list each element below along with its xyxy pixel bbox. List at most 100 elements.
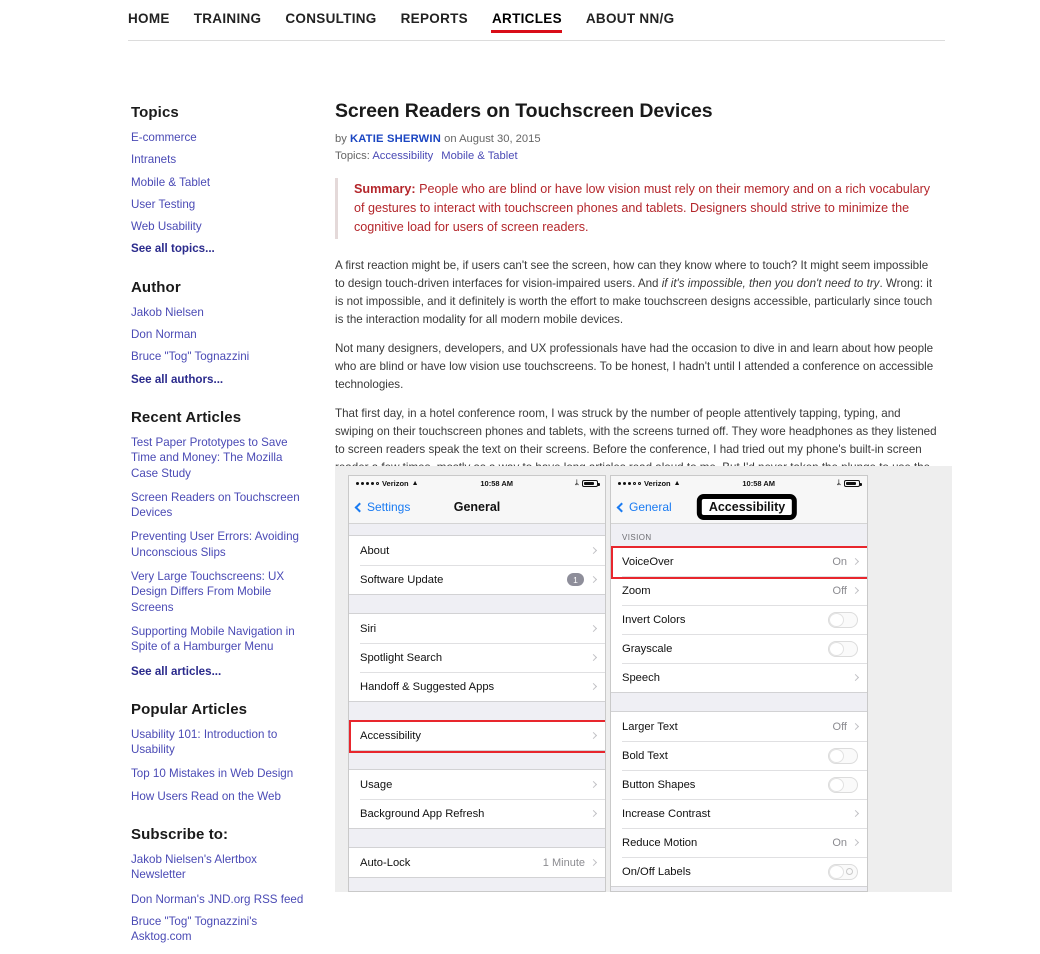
sidebar-heading-topics: Topics [131,104,311,121]
back-button[interactable]: General [611,500,672,514]
list-item[interactable]: Handoff & Suggested Apps [349,672,605,701]
article-summary: Summary: People who are blind or have lo… [335,178,940,239]
status-bar: Verizon▲10:58 AMᛦ [349,476,605,491]
sidebar-link-subscribe-2[interactable]: Bruce "Tog" Tognazzini's Asktog.com [131,914,311,945]
page-root: HOME TRAINING CONSULTING REPORTS ARTICLES ABO… [0,0,1040,850]
author-link[interactable]: KATIE SHERWIN [350,133,441,145]
page-title: Screen Readers on Touchscreen Devices [335,100,940,123]
list-item[interactable]: Spotlight Search [349,643,605,672]
list-item[interactable]: Background App Refresh [349,799,605,828]
list-item[interactable]: Reduce MotionOn [611,828,867,857]
chevron-right-icon [590,683,597,690]
sidebar-link-recent-1[interactable]: Screen Readers on Touchscreen Devices [131,490,311,521]
nav-item-reports[interactable]: REPORTS [401,11,485,33]
list-item[interactable]: ZoomOff [611,576,867,605]
list-item-label: VoiceOver [622,556,832,568]
list-item-label: Siri [360,623,591,635]
chevron-right-icon [590,547,597,554]
settings-list[interactable]: AboutSoftware Update1 Siri Spotlight Searc… [349,524,605,892]
list-item[interactable]: Speech [611,663,867,692]
list-item[interactable]: Grayscale [611,634,867,663]
sidebar-link-popular-0[interactable]: Usability 101: Introduction to Usability [131,727,311,758]
toggle-switch[interactable] [828,864,858,880]
sidebar-link-subscribe-1[interactable]: Don Norman's JND.org RSS feed [131,892,311,907]
sidebar-link-recent-0[interactable]: Test Paper Prototypes to Save Time and M… [131,435,311,481]
toggle-switch[interactable] [828,748,858,764]
toggle-switch[interactable] [828,612,858,628]
list-item-label: On/Off Labels [622,866,828,878]
screen-title-voiceover-focused: Accessibility [697,494,797,520]
list-item[interactable]: Increase Contrast [611,799,867,828]
status-bar-left: Verizon▲ [618,479,681,488]
list-item[interactable]: Invert Colors [611,605,867,634]
list-item[interactable]: Larger TextOff [611,712,867,741]
list-group-spacer [349,829,605,847]
list-item[interactable]: Siri [349,614,605,643]
list-item[interactable]: Accessibility [349,721,605,750]
sidebar-link-topic-0[interactable]: E-commerce [131,130,311,145]
list-item[interactable]: VoiceOverOn [611,547,867,576]
chevron-right-icon [590,625,597,632]
sidebar-link-topic-4[interactable]: Web Usability [131,219,311,234]
nav-item-home[interactable]: HOME [128,11,187,33]
list-item[interactable]: Software Update1 [349,565,605,594]
article-paragraph-0: A first reaction might be, if users can'… [335,257,940,329]
list-group: Larger TextOffBold TextButton ShapesIncr… [611,711,867,887]
sidebar-link-recent-4[interactable]: Supporting Mobile Navigation in Spite of… [131,624,311,655]
sidebar-link-popular-2[interactable]: How Users Read on the Web [131,789,311,804]
sidebar-link-author-1[interactable]: Don Norman [131,327,311,342]
byline: by KATIE SHERWIN on August 30, 2015 [335,133,940,145]
article-topic-link-1[interactable]: Mobile & Tablet [441,150,517,162]
sidebar-link-recent-3[interactable]: Very Large Touchscreens: UX Design Diffe… [131,569,311,615]
sidebar-link-author-0[interactable]: Jakob Nielsen [131,305,311,320]
list-item-value: 1 Minute [543,857,585,869]
back-button-label: General [629,500,672,514]
phone-screenshot-general: Verizon▲10:58 AMᛦSettingsGeneralAboutSof… [348,475,606,892]
status-bar-left: Verizon▲ [356,479,419,488]
list-item[interactable]: On/Off Labels [611,857,867,886]
nav-item-consulting[interactable]: CONSULTING [285,11,393,33]
article-topic-link-0[interactable]: Accessibility [372,150,433,162]
list-item[interactable]: Bold Text [611,741,867,770]
list-item-label: Grayscale [622,643,828,655]
sidebar-see-all-authors[interactable]: See all authors... [131,372,311,387]
bluetooth-icon: ᛦ [837,480,841,487]
sidebar-link-author-2[interactable]: Bruce "Tog" Tognazzini [131,349,311,364]
nav-item-articles[interactable]: ARTICLES [492,11,579,33]
sidebar-see-all-topics[interactable]: See all topics... [131,241,311,256]
toggle-switch[interactable] [828,777,858,793]
settings-list[interactable]: VISIONVoiceOverOnZoomOffInvert ColorsGra… [611,524,867,892]
list-item[interactable]: Auto-Lock1 Minute [349,848,605,877]
sidebar-link-subscribe-0[interactable]: Jakob Nielsen's Alertbox Newsletter [131,852,311,883]
sidebar-see-all-articles[interactable]: See all articles... [131,664,311,679]
list-item-value: On [832,837,847,849]
sidebar-link-recent-2[interactable]: Preventing User Errors: Avoiding Unconsc… [131,529,311,560]
chevron-right-icon [590,732,597,739]
status-bar: Verizon▲10:58 AMᛦ [611,476,867,491]
toggle-switch[interactable] [828,641,858,657]
publish-date: August 30, 2015 [459,133,541,145]
nav-item-about-nn-g[interactable]: ABOUT NN/G [586,11,692,33]
emphasis-text: if it's impossible, then you don't need … [662,277,880,290]
chevron-right-icon [590,576,597,583]
wifi-icon: ▲ [412,480,419,487]
chevron-right-icon [852,558,859,565]
sidebar-group-subscribe: Jakob Nielsen's Alertbox Newsletter Don N… [131,852,311,944]
back-button[interactable]: Settings [349,500,410,514]
article-paragraph-1: Not many designers, developers, and UX p… [335,340,940,394]
list-item-label: Auto-Lock [360,857,543,869]
nav-item-training[interactable]: TRAINING [194,11,279,33]
chevron-right-icon [590,859,597,866]
sidebar-link-topic-3[interactable]: User Testing [131,197,311,212]
summary-text: People who are blind or have low vision … [354,182,930,234]
sidebar-link-topic-1[interactable]: Intranets [131,152,311,167]
list-item[interactable]: Button Shapes [611,770,867,799]
list-item[interactable]: About [349,536,605,565]
list-item-label: Software Update [360,574,567,586]
sidebar-link-topic-2[interactable]: Mobile & Tablet [131,175,311,190]
list-group-header: VISION [611,524,867,546]
list-item[interactable]: Usage [349,770,605,799]
sidebar-link-popular-1[interactable]: Top 10 Mistakes in Web Design [131,766,311,781]
site-header: HOME TRAINING CONSULTING REPORTS ARTICLES ABO… [0,0,1040,42]
phone-screenshot-accessibility: Verizon▲10:58 AMᛦ General Accessibility VIS… [610,475,868,892]
